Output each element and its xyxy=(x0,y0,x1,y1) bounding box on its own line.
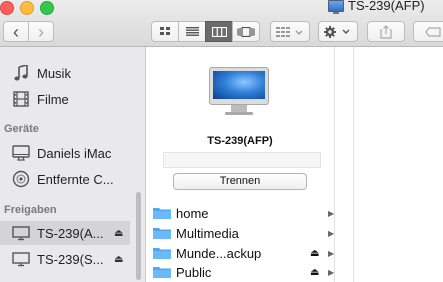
disconnect-button[interactable]: Trennen xyxy=(173,173,307,190)
sidebar-section-shared: Freigaben xyxy=(4,204,57,216)
tags-button[interactable] xyxy=(413,21,443,42)
disclosure-arrow-icon: ▶ xyxy=(328,208,335,218)
server-info-field xyxy=(163,152,321,168)
window-title: TS-239(AFP) xyxy=(328,0,425,14)
share-icon xyxy=(380,24,392,39)
sidebar-item-label: Filme xyxy=(37,91,69,107)
chevron-right-icon: › xyxy=(38,21,44,42)
server-display-icon xyxy=(11,250,31,268)
grid-arrange-icon xyxy=(276,26,303,37)
folder-label: Munde...ackup xyxy=(176,245,262,261)
share-button[interactable] xyxy=(367,21,405,42)
arrange-button[interactable] xyxy=(270,21,310,42)
server-display-icon xyxy=(11,224,31,242)
sidebar-scrollbar[interactable] xyxy=(136,192,141,280)
folder-row-multimedia[interactable]: Multimedia ▶ xyxy=(146,223,334,243)
list-lines-icon xyxy=(185,27,199,36)
back-button[interactable]: ‹ xyxy=(3,21,29,42)
sidebar-item-label: Daniels iMac xyxy=(37,145,112,161)
server-column: TS-239(AFP) Trennen home ▶ Multimedia ▶ … xyxy=(146,47,335,282)
optical-disc-icon xyxy=(11,170,31,188)
tag-icon xyxy=(425,26,441,37)
folder-row-public[interactable]: Public ⏏ ▶ xyxy=(146,262,334,282)
window-toolbar: TS-239(AFP) ‹ › xyxy=(0,0,443,47)
disclosure-arrow-icon: ▶ xyxy=(328,248,335,258)
folder-label: home xyxy=(176,205,209,221)
empty-column xyxy=(335,47,354,282)
minimize-window-button[interactable] xyxy=(20,1,34,15)
eject-icon[interactable]: ⏏ xyxy=(114,254,123,265)
disclosure-arrow-icon: ▶ xyxy=(328,267,335,277)
folder-label: Multimedia xyxy=(176,225,239,241)
folder-icon xyxy=(153,248,171,259)
sidebar-section-devices: Geräte xyxy=(4,123,39,135)
sidebar-item-label: TS-239(A... xyxy=(37,225,104,241)
eject-icon[interactable]: ⏏ xyxy=(310,248,319,259)
sidebar-item-label: Musik xyxy=(37,65,71,81)
sidebar-item-label: TS-239(S... xyxy=(37,251,104,267)
film-icon xyxy=(11,90,31,108)
cover-flow-icon xyxy=(237,26,255,37)
disclosure-arrow-icon: ▶ xyxy=(328,228,335,238)
server-display-icon xyxy=(328,0,344,14)
icon-view-button[interactable] xyxy=(151,21,179,42)
imac-icon xyxy=(11,144,31,162)
sidebar-item-label: Entfernte C... xyxy=(37,171,114,187)
sidebar-item-remote-disc[interactable]: Entfernte C... xyxy=(0,167,130,191)
window-title-text: TS-239(AFP) xyxy=(348,0,425,13)
columns-icon xyxy=(211,26,227,37)
view-mode-control xyxy=(151,21,260,42)
folder-icon xyxy=(153,228,171,239)
folder-icon xyxy=(153,208,171,219)
action-menu-button[interactable] xyxy=(318,21,358,42)
list-view-button[interactable] xyxy=(178,21,206,42)
server-imac-icon xyxy=(209,67,269,115)
eject-icon[interactable]: ⏏ xyxy=(310,267,319,278)
icon-grid-icon xyxy=(159,27,170,35)
music-note-icon xyxy=(11,64,31,82)
server-name-label: TS-239(AFP) xyxy=(207,135,273,147)
sidebar-item-ts239-afp[interactable]: TS-239(A... ⏏ xyxy=(0,221,130,245)
column-view-button[interactable] xyxy=(205,21,233,42)
gear-icon xyxy=(324,25,350,38)
sidebar-item-ts239-smb[interactable]: TS-239(S... ⏏ xyxy=(0,247,130,271)
empty-column xyxy=(354,47,443,282)
folder-row-home[interactable]: home ▶ xyxy=(146,203,334,223)
sidebar-item-filme[interactable]: Filme xyxy=(0,87,130,111)
folder-icon xyxy=(153,267,171,278)
folder-label: Public xyxy=(176,264,212,280)
folder-row-munde-backup[interactable]: Munde...ackup ⏏ ▶ xyxy=(146,243,334,263)
eject-icon[interactable]: ⏏ xyxy=(114,228,123,239)
close-window-button[interactable] xyxy=(0,1,14,15)
zoom-window-button[interactable] xyxy=(40,1,54,15)
forward-button[interactable]: › xyxy=(28,21,54,42)
sidebar-item-musik[interactable]: Musik xyxy=(0,61,130,85)
sidebar: Musik Filme Geräte Daniels iMac Entfernt… xyxy=(0,47,146,282)
sidebar-item-daniels-imac[interactable]: Daniels iMac xyxy=(0,141,130,165)
cover-flow-view-button[interactable] xyxy=(232,21,260,42)
chevron-left-icon: ‹ xyxy=(13,21,19,42)
